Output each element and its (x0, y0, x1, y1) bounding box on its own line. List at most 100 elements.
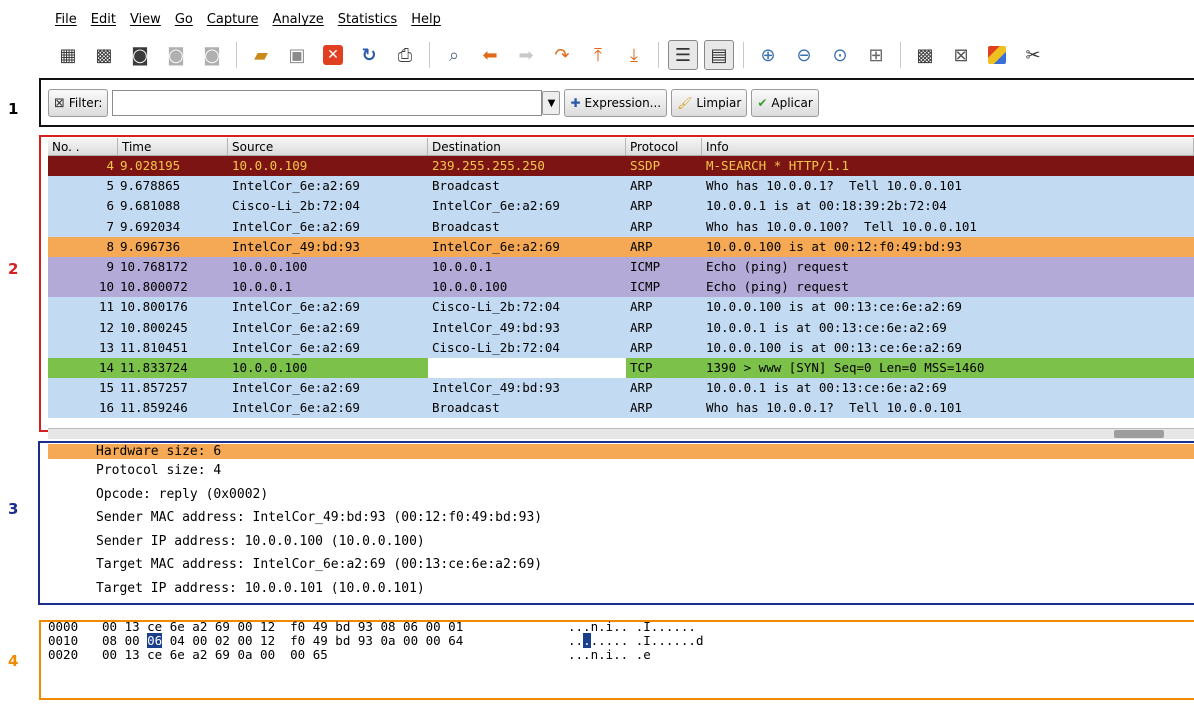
packet-source: IntelCor_6e:a2:69 (232, 400, 360, 416)
packet-no: 16 (98, 400, 114, 416)
detail-row[interactable]: Sender MAC address: IntelCor_49:bd:93 (0… (48, 506, 1194, 530)
menu-edit[interactable]: Edit (91, 12, 116, 32)
coloring-rules-icon[interactable] (982, 40, 1012, 70)
interface-list-icon[interactable]: ▦ (53, 40, 83, 70)
scrollbar-thumb[interactable] (1114, 430, 1164, 438)
packet-time: 9.692034 (120, 218, 181, 234)
capture-options-icon[interactable]: ▩ (89, 40, 119, 70)
restart-capture-icon[interactable]: ◙ (197, 40, 227, 70)
go-to-packet-icon[interactable]: ↷ (547, 40, 577, 70)
filter-toolbar: ⊠ Filter: ▼ ✚ Expression... 🖌 Limpiar ✔ … (48, 86, 819, 120)
menu-analyze[interactable]: Analyze (273, 12, 324, 32)
column-header-protocol[interactable]: Protocol (626, 138, 702, 155)
column-header-info[interactable]: Info (702, 138, 1194, 155)
print-icon[interactable]: ⎙ (390, 40, 420, 70)
reload-icon[interactable]: ↻ (354, 40, 384, 70)
filter-dropdown-icon[interactable]: ▼ (542, 91, 561, 115)
expression-button[interactable]: ✚ Expression... (564, 89, 668, 117)
packet-row[interactable]: 12 10.800245 IntelCor_6e:a2:69 IntelCor_49:… (48, 317, 1194, 338)
bytes-row: 0020 00 13 ce 6e a2 69 0a 00 00 65 ...n.… (48, 648, 948, 662)
packet-source: IntelCor_6e:a2:69 (232, 339, 360, 355)
menu-view[interactable]: View (130, 12, 161, 32)
resize-columns-icon[interactable]: ⊞ (861, 40, 891, 70)
detail-row[interactable]: Opcode: reply (0x0002) (48, 483, 1194, 507)
filter-input[interactable] (112, 90, 543, 116)
packet-source: IntelCor_6e:a2:69 (232, 319, 360, 335)
capture-filters-icon[interactable]: ▩ (910, 40, 940, 70)
packet-source: Cisco-Li_2b:72:04 (232, 198, 360, 214)
bytes-ascii[interactable]: ........ .I......d (568, 633, 768, 648)
column-header-source[interactable]: Source (228, 138, 428, 155)
go-forward-icon[interactable]: ➡ (511, 40, 541, 70)
go-back-icon[interactable]: ⬅ (475, 40, 505, 70)
selected-byte: 06 (147, 633, 163, 648)
selected-char: . (583, 633, 591, 648)
packet-row[interactable]: 8 9.696736 IntelCor_49:bd:93 IntelCor_6e:a2… (48, 236, 1194, 257)
packet-info: 10.0.0.100 is at 00:13:ce:6e:a2:69 (706, 299, 962, 315)
packet-destination: Cisco-Li_2b:72:04 (432, 299, 560, 315)
packet-row[interactable]: 11 10.800176 IntelCor_6e:a2:69 Cisco-Li_2b:… (48, 297, 1194, 318)
go-last-icon[interactable]: ⤓ (619, 40, 649, 70)
packet-row[interactable]: 14 11.833724 10.0.0.100 TCP 1390 > www [SYN]… (48, 357, 1194, 379)
bytes-row: 0000 00 13 ce 6e a2 69 00 12 f0 49 bd 93… (48, 620, 948, 634)
clear-filter-button[interactable]: 🖌 Limpiar (671, 89, 748, 117)
packet-row[interactable]: 6 9.681088 Cisco-Li_2b:72:04 IntelCor_6e:a2… (48, 196, 1194, 217)
column-header-destination[interactable]: Destination (428, 138, 626, 155)
menu-statistics[interactable]: Statistics (338, 12, 397, 32)
packet-destination: Cisco-Li_2b:72:04 (432, 339, 560, 355)
packet-time: 10.800176 (120, 299, 188, 315)
auto-scroll-icon[interactable]: ▤ (704, 40, 734, 70)
filter-icon: ⊠ (54, 95, 65, 111)
filter-button[interactable]: ⊠ Filter: (48, 89, 109, 117)
packet-row[interactable]: 5 9.678865 IntelCor_6e:a2:69 Broadcast ARP Wh… (48, 176, 1194, 197)
packet-time: 9.028195 (120, 158, 181, 173)
packet-row[interactable]: 9 10.768172 10.0.0.100 10.0.0.1 ICMP Echo (pi… (48, 256, 1194, 278)
start-capture-icon[interactable]: ◙ (125, 40, 155, 70)
bytes-hex[interactable]: 00 13 ce 6e a2 69 0a 00 00 65 (102, 648, 568, 662)
packet-row[interactable]: 7 9.692034 IntelCor_6e:a2:69 Broadcast ARP Wh… (48, 216, 1194, 237)
packet-time: 9.681088 (120, 198, 181, 214)
packet-row[interactable]: 15 11.857257 IntelCor_6e:a2:69 IntelCor_49:… (48, 378, 1194, 399)
zoom-out-icon[interactable]: ⊖ (789, 40, 819, 70)
packet-list-hscrollbar[interactable] (48, 428, 1194, 439)
packet-row[interactable]: 16 11.859246 IntelCor_6e:a2:69 Broadcast ARP… (48, 398, 1194, 419)
bytes-ascii[interactable]: ...n.i.. .I...... (568, 620, 768, 634)
bytes-ascii[interactable]: ...n.i.. .e (568, 648, 768, 662)
preferences-icon[interactable]: ✂ (1018, 40, 1048, 70)
bytes-hex[interactable]: 08 00 06 04 00 02 00 12 f0 49 bd 93 0a 0… (102, 633, 568, 648)
column-header-no[interactable]: No. . (48, 138, 118, 155)
packet-time: 11.859246 (120, 400, 188, 416)
detail-row[interactable]: Protocol size: 4 (48, 459, 1194, 483)
detail-row[interactable]: Target IP address: 10.0.0.101 (10.0.0.10… (48, 577, 1194, 601)
detail-row[interactable]: Target MAC address: IntelCor_6e:a2:69 (0… (48, 553, 1194, 577)
stop-capture-icon[interactable]: ◙ (161, 40, 191, 70)
save-file-icon[interactable]: ▣ (282, 40, 312, 70)
zoom-in-icon[interactable]: ⊕ (753, 40, 783, 70)
apply-filter-button[interactable]: ✔ Aplicar (751, 89, 819, 117)
toolbar-separator (743, 42, 744, 68)
menu-file[interactable]: File (55, 12, 77, 32)
bytes-hex[interactable]: 00 13 ce 6e a2 69 00 12 f0 49 bd 93 08 0… (102, 620, 568, 634)
detail-row[interactable]: Sender IP address: 10.0.0.100 (10.0.0.10… (48, 530, 1194, 554)
bytes-row: 0010 08 00 06 04 00 02 00 12 f0 49 bd 93… (48, 633, 948, 648)
packet-info: 1390 > www [SYN] Seq=0 Len=0 MSS=1460 (706, 359, 985, 375)
column-header-time[interactable]: Time (118, 138, 228, 155)
open-file-icon[interactable]: ▰ (246, 40, 276, 70)
packet-destination: Broadcast (432, 178, 500, 194)
packet-row[interactable]: 4 9.028195 10.0.0.109 239.255.255.250 SSDP M-… (48, 156, 1194, 177)
packet-row[interactable]: 13 11.810451 IntelCor_6e:a2:69 Cisco-Li_2b:… (48, 337, 1194, 358)
display-filters-icon[interactable]: ⊠ (946, 40, 976, 70)
packet-protocol: ARP (630, 319, 653, 335)
zoom-normal-icon[interactable]: ⊙ (825, 40, 855, 70)
apply-label: Aplicar (771, 96, 813, 110)
detail-row[interactable]: Hardware size: 6 (48, 444, 1194, 459)
find-packet-icon[interactable]: ⌕ (439, 40, 469, 70)
toolbar-separator (429, 42, 430, 68)
go-first-icon[interactable]: ⤒ (583, 40, 613, 70)
packet-row[interactable]: 10 10.800072 10.0.0.1 10.0.0.100 ICMP Echo (p… (48, 277, 1194, 298)
menu-help[interactable]: Help (411, 12, 441, 32)
menu-capture[interactable]: Capture (207, 12, 259, 32)
close-file-icon[interactable]: ✕ (318, 40, 348, 70)
colorize-icon[interactable]: ☰ (668, 40, 698, 70)
menu-go[interactable]: Go (175, 12, 193, 32)
